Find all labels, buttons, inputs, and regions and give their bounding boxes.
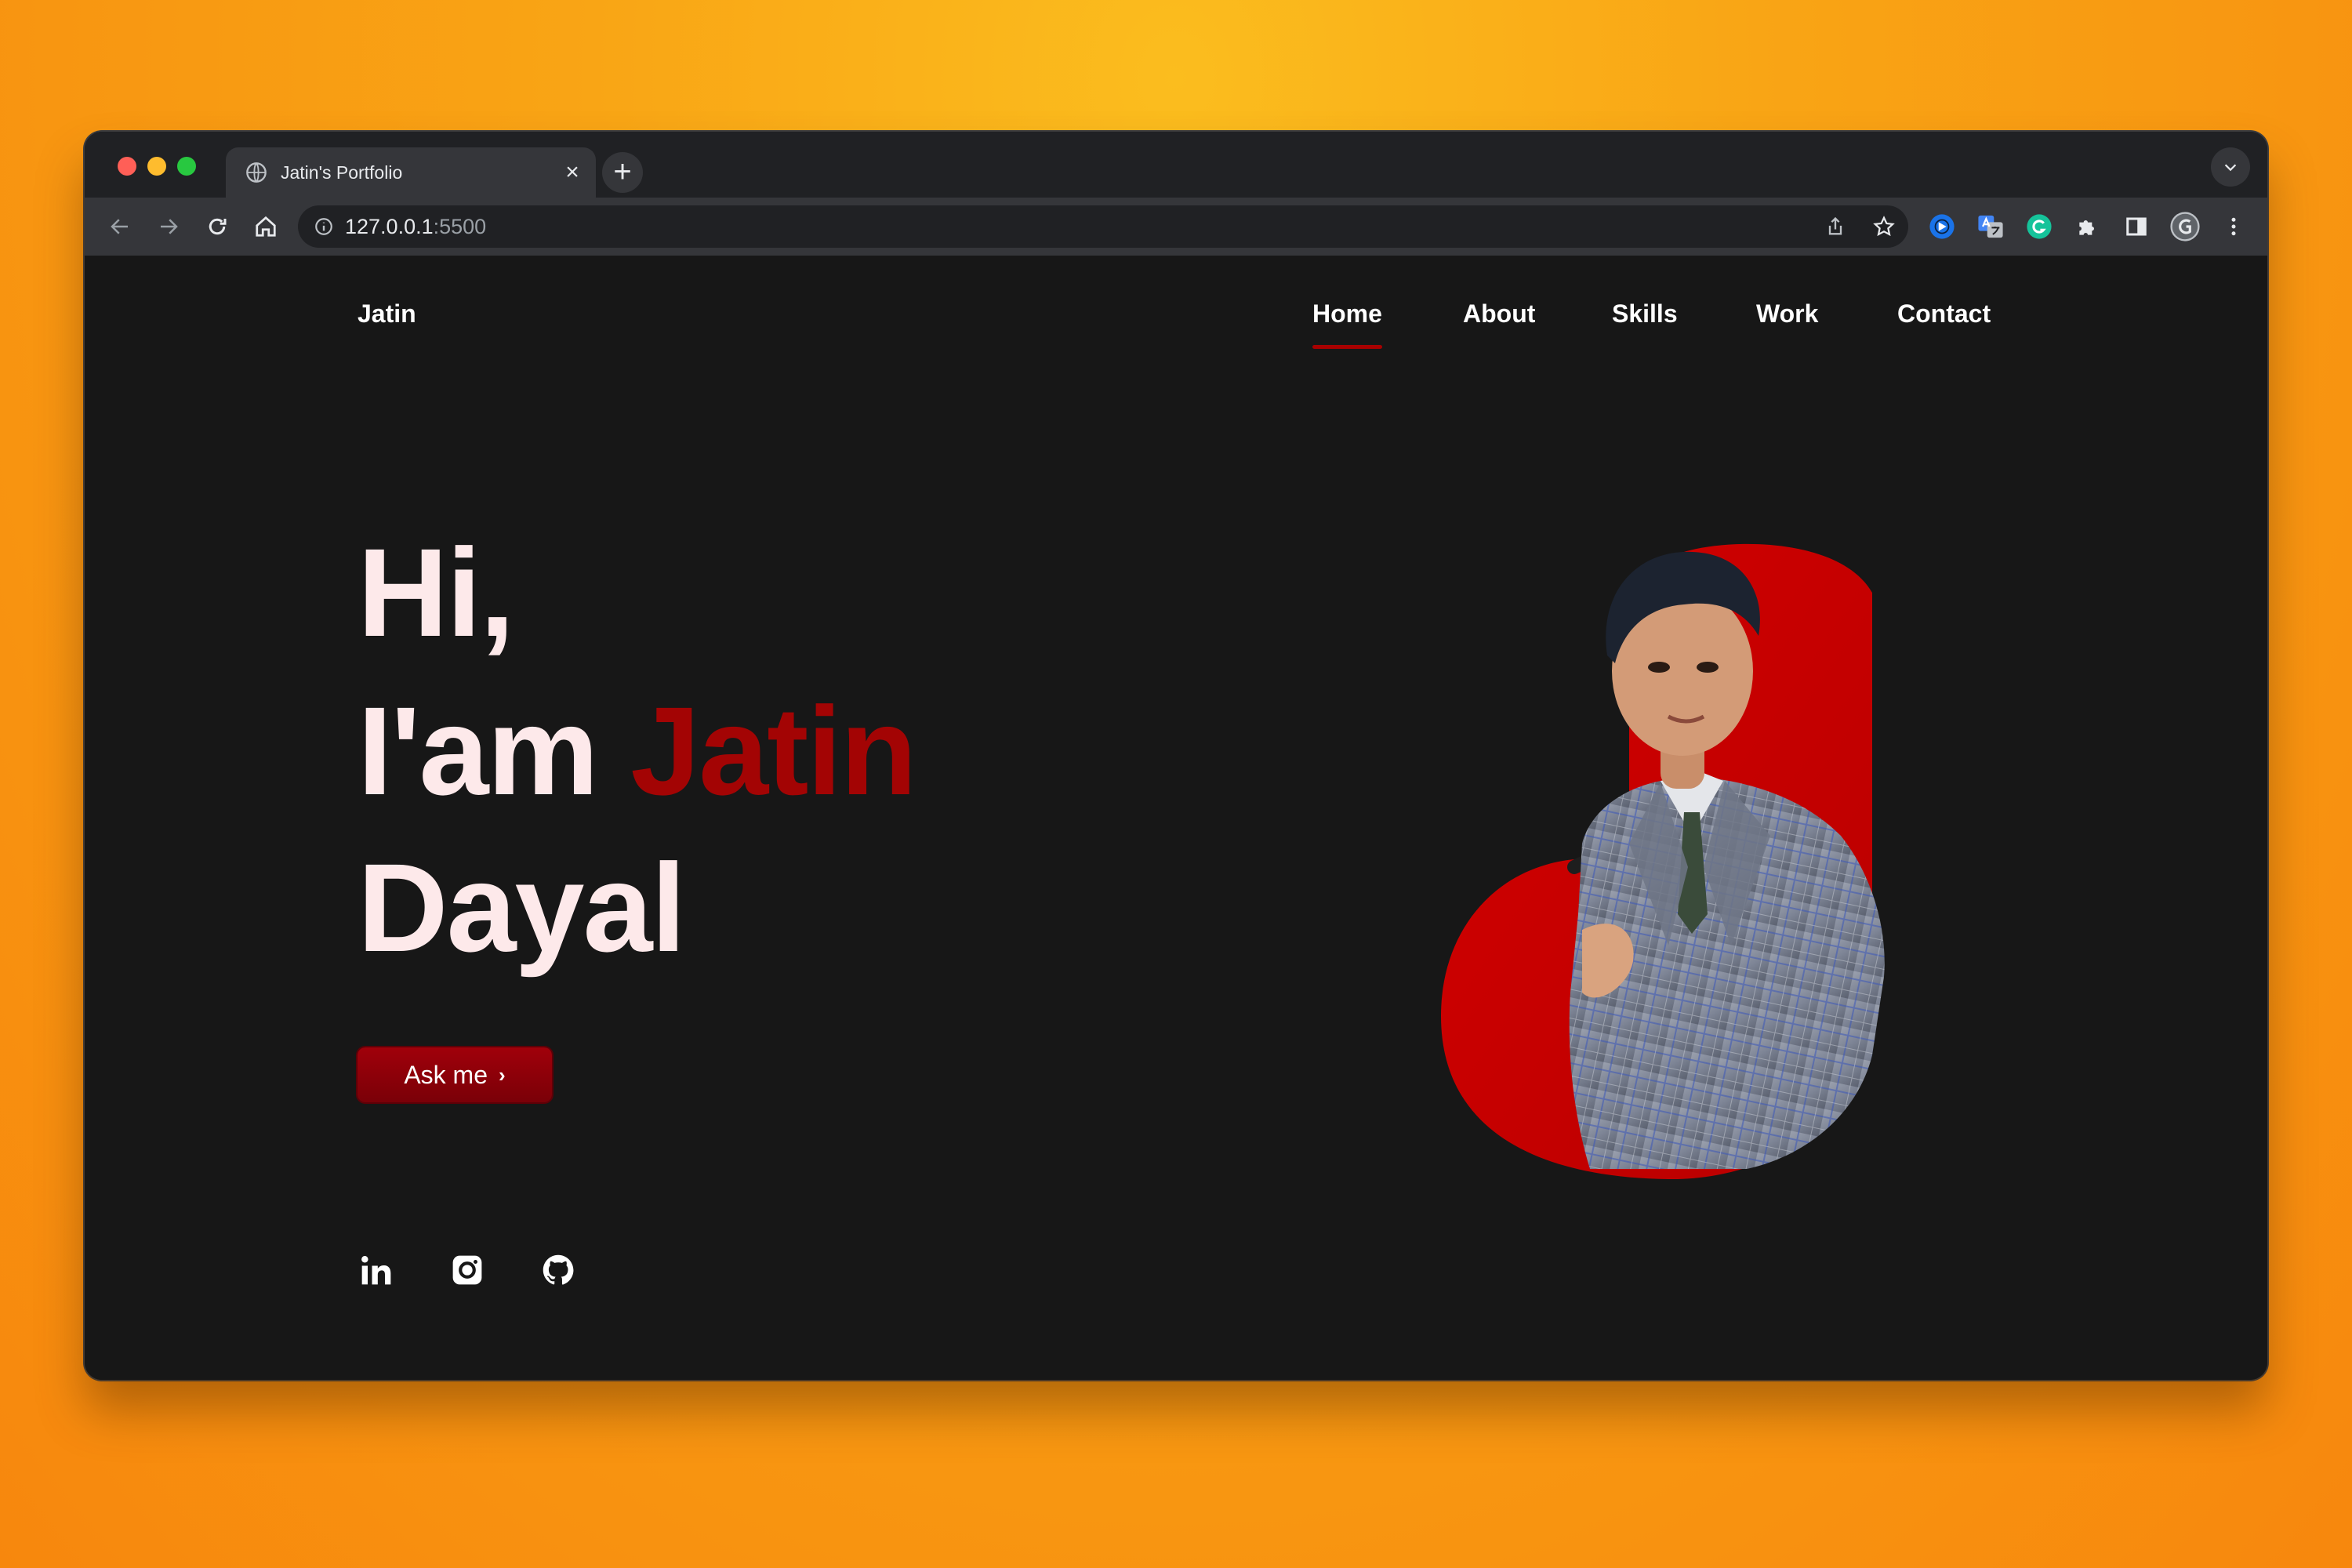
side-panel-icon[interactable] (2118, 209, 2154, 245)
nav-contact-label: Contact (1897, 299, 1991, 328)
globe-icon (245, 161, 268, 184)
forward-button[interactable] (151, 209, 187, 245)
arrow-right-icon (161, 219, 178, 234)
bookmark-star-icon[interactable] (1860, 205, 1908, 248)
active-nav-underline (1312, 345, 1382, 349)
reload-button[interactable] (199, 209, 235, 245)
home-button[interactable] (248, 209, 284, 245)
portrait-graphic (1441, 543, 1885, 1180)
chevron-down-icon (2224, 164, 2237, 172)
back-button[interactable] (102, 209, 138, 245)
nav-about-label: About (1463, 299, 1536, 328)
tab-title: Jatin's Portfolio (281, 162, 403, 183)
browser-tab[interactable]: Jatin's Portfolio × (226, 147, 596, 198)
address-bar[interactable]: 127.0.0.1:5500 (298, 205, 1908, 248)
info-icon[interactable] (312, 215, 336, 238)
nav-home[interactable]: Home (1312, 299, 1382, 349)
nav-work-label: Work (1756, 299, 1819, 328)
screencast-extension-icon[interactable] (1924, 209, 1960, 245)
ask-me-button[interactable]: Ask me › (358, 1047, 552, 1102)
new-tab-button[interactable]: + (602, 152, 643, 193)
ask-me-label: Ask me (404, 1060, 488, 1089)
nav-skills-label: Skills (1612, 299, 1678, 328)
url-host: 127.0.0.1 (345, 214, 434, 238)
nav-skills[interactable]: Skills (1612, 299, 1678, 328)
chevron-right-icon: › (499, 1062, 506, 1087)
portfolio-page: Jatin Home About Skills Work Contact Hi,… (85, 256, 2267, 1380)
hero-intro-prefix: I'am (358, 681, 631, 821)
close-tab-icon[interactable]: × (557, 159, 588, 186)
extensions-puzzle-icon[interactable] (2070, 209, 2106, 245)
close-window-button[interactable] (118, 157, 136, 176)
translate-extension-icon[interactable] (1973, 209, 2009, 245)
hero-last-name: Dayal (358, 837, 686, 978)
reload-icon (209, 218, 227, 235)
grammarly-extension-icon[interactable] (2021, 209, 2057, 245)
home-icon (256, 216, 276, 237)
nav-contact[interactable]: Contact (1897, 299, 1991, 328)
browser-window: Jatin's Portfolio × + 127.0.0.1:5500 Jat… (85, 132, 2267, 1380)
nav-home-label: Home (1312, 299, 1382, 328)
maximize-window-button[interactable] (177, 157, 196, 176)
site-logo[interactable]: Jatin (358, 299, 416, 328)
github-icon[interactable] (539, 1251, 577, 1289)
hero-first-name: Jatin (630, 681, 916, 821)
hero-greeting: Hi, (358, 522, 514, 662)
minimize-window-button[interactable] (147, 157, 166, 176)
instagram-icon[interactable] (448, 1251, 486, 1289)
url-port: :5500 (433, 214, 487, 238)
browser-toolbar: 127.0.0.1:5500 (85, 198, 2267, 257)
nav-work[interactable]: Work (1756, 299, 1818, 328)
tab-search-button[interactable] (2211, 147, 2250, 187)
kebab-menu-icon[interactable] (2216, 209, 2252, 245)
share-icon[interactable] (1811, 205, 1860, 248)
right-eye (1697, 662, 1719, 673)
nav-about[interactable]: About (1463, 299, 1535, 328)
hero-intro: I'am Jatin (358, 688, 917, 814)
tab-bar: Jatin's Portfolio × + (85, 132, 2267, 198)
url-text[interactable]: 127.0.0.1:5500 (345, 215, 486, 239)
arrow-left-icon (111, 219, 128, 234)
linkedin-icon[interactable] (358, 1251, 395, 1289)
profile-avatar-icon[interactable] (2167, 209, 2203, 245)
left-eye (1648, 662, 1670, 673)
